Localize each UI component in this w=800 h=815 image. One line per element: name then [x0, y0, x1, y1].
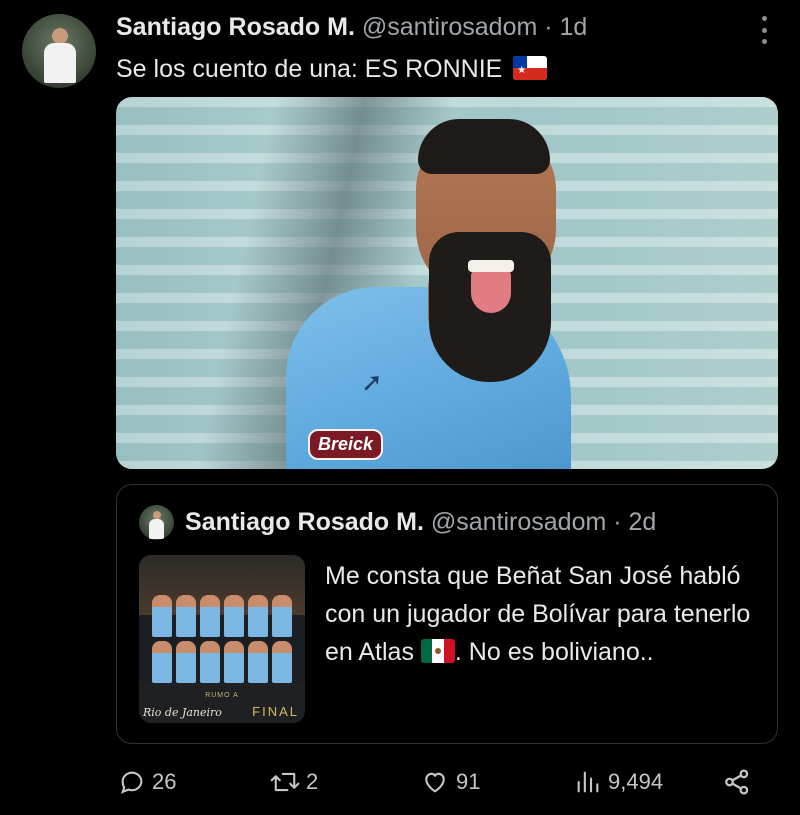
reply-button[interactable]: 26 — [118, 762, 176, 802]
quoted-tweet[interactable]: Santiago Rosado M. @santirosadom · 2d RU… — [116, 484, 778, 744]
like-button[interactable]: 91 — [420, 762, 480, 802]
tweet-header: Santiago Rosado M. @santirosadom · 1d — [116, 10, 587, 44]
sponsor-logo: Breick — [308, 429, 384, 460]
views-count: 9,494 — [608, 769, 664, 794]
author-avatar[interactable] — [22, 14, 96, 88]
chile-flag-icon: ★ — [513, 56, 548, 80]
quoted-handle-and-time: @santirosadom · 2d — [430, 508, 657, 536]
thumb-script-text: Rio de Janeiro — [143, 706, 222, 719]
quoted-tweet-text: Me consta que Beñat San José habló con u… — [325, 557, 765, 671]
avatar-body — [44, 43, 76, 83]
tweet-text: Se los cuento de una: ES RONNIE — [116, 55, 503, 83]
retweet-button[interactable]: 2 — [270, 762, 318, 802]
dot — [761, 39, 767, 44]
quoted-tweet-header: Santiago Rosado M. @santirosadom · 2d — [185, 505, 656, 539]
player-tongue — [471, 267, 511, 313]
tweet-text-line: Se los cuento de una: ES RONNIE ★ — [116, 52, 548, 86]
player-teeth — [468, 260, 514, 272]
tweet-photo[interactable]: ➚ Breick — [116, 97, 778, 469]
quoted-author-name: Santiago Rosado M. — [185, 508, 424, 536]
quoted-thumbnail: RUMO A Rio de Janeiro FINAL — [139, 555, 305, 723]
heart-icon — [425, 772, 445, 793]
share-button[interactable] — [722, 762, 752, 802]
views-button[interactable]: 9,494 — [574, 762, 663, 802]
avatar-head — [52, 28, 68, 44]
author-name[interactable]: Santiago Rosado M. — [116, 13, 355, 41]
views-icon — [577, 771, 599, 793]
share-icon — [725, 769, 749, 795]
dot — [761, 16, 767, 21]
reply-icon — [120, 771, 143, 794]
thumb-team — [139, 595, 305, 685]
puma-logo-icon: ➚ — [361, 367, 383, 397]
player-hair — [418, 119, 550, 174]
dot — [761, 27, 767, 33]
mexico-flag-icon — [420, 639, 455, 663]
tweet-actions-bar: 26 2 91 9,494 — [0, 762, 800, 802]
more-options-icon[interactable] — [758, 16, 770, 44]
quoted-author-avatar — [139, 505, 174, 540]
thumb-rumo-text: RUMO A — [205, 692, 239, 699]
retweet-count: 2 — [306, 769, 319, 794]
quoted-text-after-flag: . No es boliviano.. — [454, 638, 654, 666]
handle-and-time[interactable]: @santirosadom · 1d — [362, 13, 587, 41]
like-count: 91 — [456, 769, 481, 794]
thumb-final-text: FINAL — [252, 704, 299, 719]
retweet-icon — [270, 772, 300, 792]
reply-count: 26 — [152, 769, 177, 794]
